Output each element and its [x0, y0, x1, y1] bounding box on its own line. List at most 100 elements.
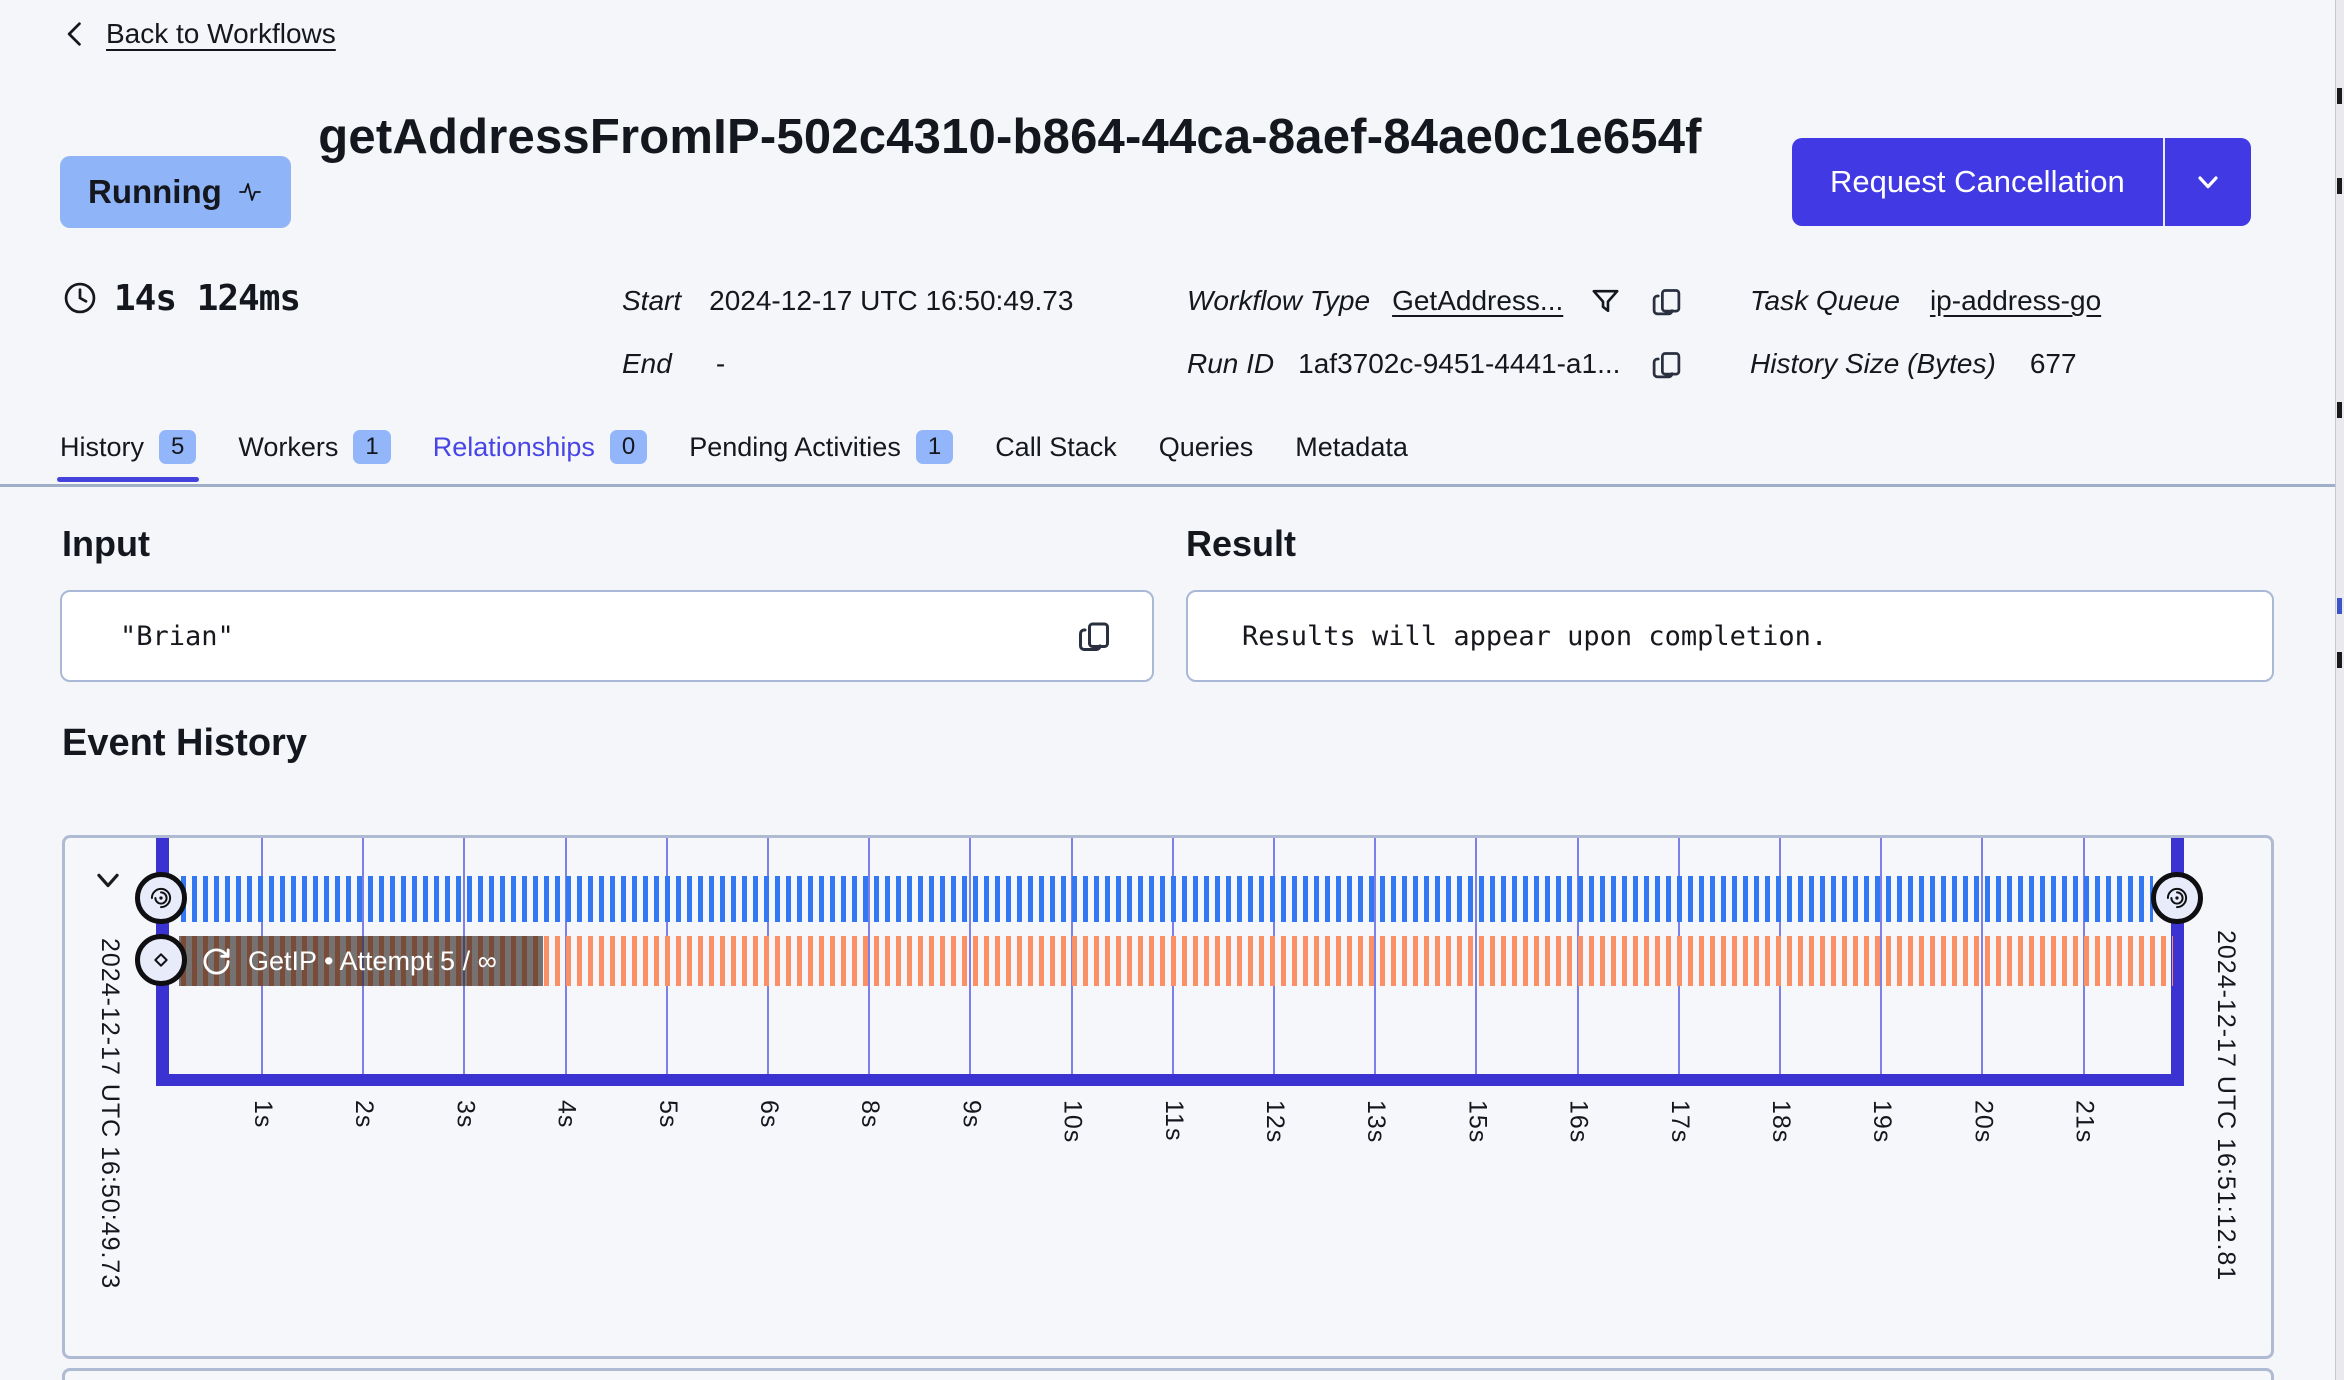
back-link-label: Back to Workflows: [106, 18, 336, 49]
timeline-tick-label: 17s: [1665, 1100, 1694, 1144]
timeline-tick-label: 11s: [1159, 1100, 1188, 1142]
timeline-tick-label: 1s: [249, 1100, 277, 1129]
tabs-divider: [0, 484, 2344, 487]
filter-icon[interactable]: [1589, 285, 1622, 318]
activity-label-text: GetIP • Attempt 5 / ∞: [248, 945, 497, 976]
timeline-tick-label: 3s: [451, 1100, 480, 1129]
tab-label: Metadata: [1295, 431, 1408, 462]
history-size-label: History Size (Bytes): [1750, 348, 1996, 379]
history-size-row: History Size (Bytes) 677: [1750, 344, 2077, 384]
spiral-icon: [147, 884, 175, 912]
clock-icon: [62, 280, 98, 316]
timeline-tick-label: 12s: [1261, 1100, 1289, 1144]
history-size-value: 677: [2029, 348, 2077, 379]
event-history-heading: Event History: [62, 722, 307, 764]
result-payload-box: Results will appear upon completion.: [1186, 590, 2274, 682]
end-row: End -: [622, 344, 725, 384]
status-badge[interactable]: Running: [60, 156, 291, 228]
tab-count-badge: 1: [915, 430, 954, 464]
edge-fragment: [2337, 598, 2342, 614]
retry-icon: [201, 946, 232, 977]
timeline-tick-label: 18s: [1767, 1100, 1795, 1144]
result-value: Results will appear upon completion.: [1242, 620, 1828, 652]
input-payload-box: "Brian": [60, 590, 1154, 682]
edge-fragment: [2337, 178, 2342, 194]
result-heading: Result: [1186, 523, 1297, 564]
duration-value: 14s 124ms: [114, 277, 301, 319]
chevron-down-icon: [2192, 166, 2224, 198]
request-cancellation-label[interactable]: Request Cancellation: [1792, 138, 2163, 226]
page-title: getAddressFromIP-502c4310-b864-44ca-8aef…: [318, 110, 1702, 164]
tab-queries[interactable]: Queries: [1159, 432, 1254, 469]
task-queue-link[interactable]: ip-address-go: [1930, 285, 2101, 317]
heartbeat-icon: [237, 180, 263, 204]
workflow-type-link[interactable]: GetAddress...: [1392, 285, 1563, 317]
timeline-tick-label: 13s: [1362, 1100, 1391, 1144]
timeline-end-timestamp: 2024-12-17 UTC 16:51:12.81: [2212, 930, 2240, 1282]
activity-node[interactable]: [135, 934, 187, 986]
tab-history[interactable]: History 5: [56, 430, 200, 482]
tab-label: History: [60, 431, 145, 462]
end-value: -: [715, 348, 726, 379]
start-value: 2024-12-17 UTC 16:50:49.73: [709, 285, 1074, 316]
diamond-icon: [148, 947, 174, 973]
cancellation-menu-toggle[interactable]: [2165, 138, 2251, 226]
timeline-tick-label: 6s: [755, 1100, 783, 1129]
status-label: Running: [88, 173, 222, 210]
timeline-tick-label: 4s: [552, 1100, 581, 1129]
tab-count-badge: 5: [159, 430, 197, 464]
tab-label: Relationships: [432, 431, 595, 462]
timeline-tick-label: 20s: [1969, 1100, 1998, 1144]
input-value: "Brian": [120, 620, 234, 652]
workflow-task-row[interactable]: [181, 876, 2153, 922]
edge-fragment: [2337, 652, 2342, 668]
tab-call-stack[interactable]: Call Stack: [995, 432, 1117, 469]
event-history-timeline: 1s 2s 3s 4s 5s 6s 8s 9s 10s 11s 12s 13s 15s 16s 17s 18s…: [62, 835, 2274, 1359]
tab-label: Queries: [1158, 431, 1254, 462]
edge-fragment: [2337, 88, 2342, 104]
copy-icon[interactable]: [1076, 618, 1112, 654]
expand-chevron-icon[interactable]: [91, 866, 125, 896]
timeline-tick-label: 8s: [856, 1100, 885, 1129]
tab-label: Call Stack: [995, 431, 1117, 462]
run-id-label: Run ID: [1187, 348, 1275, 379]
task-queue-row: Task Queue ip-address-go: [1750, 281, 2101, 321]
back-to-workflows-link[interactable]: Back to Workflows: [62, 18, 336, 50]
edge-fragment: [2337, 402, 2342, 418]
workflow-start-node[interactable]: [135, 872, 187, 924]
chevron-left-icon: [62, 18, 90, 50]
end-label: End: [622, 348, 672, 379]
timeline-tick-label: 5s: [653, 1100, 682, 1129]
copy-icon[interactable]: [1650, 348, 1683, 381]
timeline-tick-label: 10s: [1058, 1100, 1087, 1144]
tab-workers[interactable]: Workers 1: [238, 430, 391, 470]
task-queue-label: Task Queue: [1750, 285, 1900, 316]
run-id-row: Run ID 1af3702c-9451-4441-a1...: [1187, 344, 1683, 384]
tab-label: Pending Activities: [689, 431, 901, 462]
workflow-type-row: Workflow Type GetAddress...: [1187, 281, 1683, 321]
spiral-icon: [2163, 884, 2191, 912]
copy-icon[interactable]: [1650, 285, 1683, 318]
next-section-panel: [62, 1368, 2274, 1380]
timeline-end-node[interactable]: [2151, 872, 2203, 924]
tab-pending-activities[interactable]: Pending Activities 1: [689, 430, 954, 470]
timeline-tick-label: 21s: [2070, 1100, 2099, 1144]
tab-relationships[interactable]: Relationships 0: [432, 430, 648, 470]
input-heading: Input: [62, 523, 150, 564]
timeline-tick-label: 9s: [957, 1100, 986, 1129]
timeline-start-timestamp: 2024-12-17 UTC 16:50:49.73: [96, 938, 124, 1290]
tab-count-badge: 0: [609, 430, 648, 464]
tab-bar: History 5 Workers 1 Relationships 0 Pend…: [56, 430, 1408, 482]
tab-label: Workers: [238, 431, 339, 462]
request-cancellation-button[interactable]: Request Cancellation: [1792, 138, 2251, 226]
tab-metadata[interactable]: Metadata: [1295, 432, 1408, 469]
timeline-tick-label: 16s: [1564, 1100, 1593, 1144]
duration-group: 14s 124ms: [62, 277, 301, 319]
activity-pending-label[interactable]: GetIP • Attempt 5 / ∞: [179, 936, 543, 986]
timeline-tick-label: 19s: [1868, 1100, 1897, 1144]
start-row: Start 2024-12-17 UTC 16:50:49.73: [622, 281, 1073, 321]
start-label: Start: [622, 285, 682, 316]
timeline-tick-label: 15s: [1463, 1100, 1492, 1144]
workflow-type-label: Workflow Type: [1187, 285, 1371, 316]
window-edge-strip: [2335, 0, 2344, 1380]
